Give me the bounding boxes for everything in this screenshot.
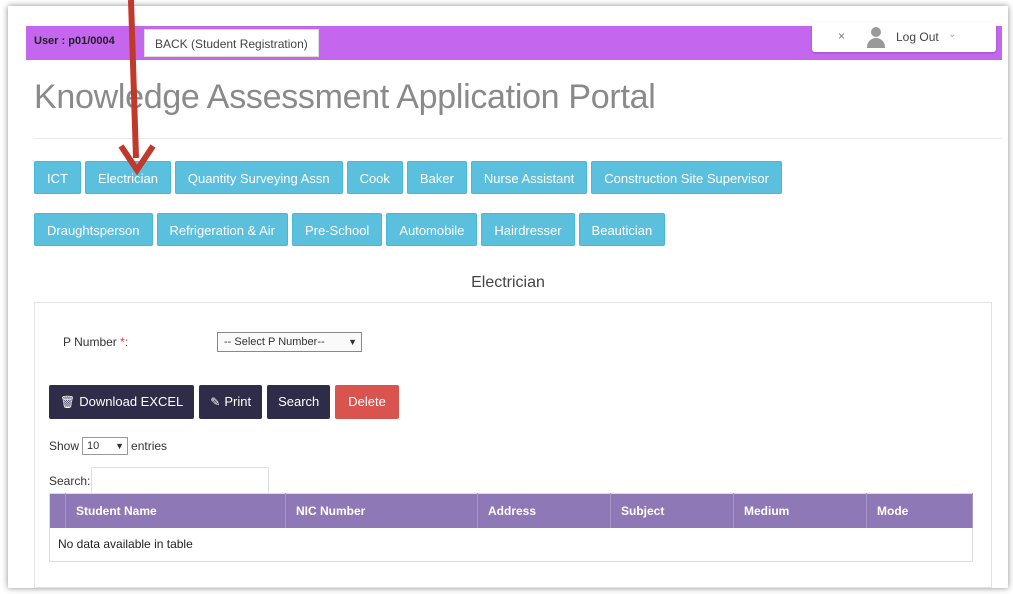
section-title: Electrician bbox=[471, 274, 545, 291]
table-search: Search: bbox=[49, 467, 270, 495]
dropdown-arrow-icon: ▼ bbox=[115, 441, 125, 451]
category-draughtsperson-button[interactable]: Draughtsperson bbox=[34, 213, 153, 246]
column-header[interactable]: Address bbox=[477, 493, 611, 528]
category-cook-button[interactable]: Cook bbox=[346, 161, 403, 194]
column-header[interactable]: Medium bbox=[733, 493, 867, 528]
page-title: Knowledge Assessment Application Portal bbox=[34, 78, 656, 116]
category-pre-school-button[interactable]: Pre-School bbox=[292, 213, 383, 246]
student-table: Student Name NIC Number Address Subject … bbox=[49, 493, 973, 562]
column-header[interactable]: NIC Number bbox=[285, 493, 478, 528]
p-number-select[interactable]: -- Select P Number-- ▼ bbox=[217, 332, 362, 352]
category-row-2: Draughtsperson Refrigeration & Air Pre-S… bbox=[34, 213, 666, 246]
category-construction-site-supervisor-button[interactable]: Construction Site Supervisor bbox=[591, 161, 782, 194]
edit-icon: ✎ bbox=[210, 395, 221, 409]
search-label: Search: bbox=[49, 474, 91, 488]
table-row: No data available in table bbox=[50, 528, 973, 562]
column-header[interactable]: Mode bbox=[866, 493, 973, 528]
user-menu[interactable]: × Log Out ⌄ bbox=[812, 22, 996, 52]
category-baker-button[interactable]: Baker bbox=[406, 161, 467, 194]
back-student-registration-link[interactable]: BACK (Student Registration) bbox=[144, 29, 319, 57]
chevron-down-icon[interactable]: ⌄ bbox=[948, 29, 956, 40]
category-beautician-button[interactable]: Beautician bbox=[578, 213, 666, 246]
user-label: User : p01/0004 bbox=[34, 35, 115, 47]
category-refrigeration-button[interactable]: Refrigeration & Air bbox=[156, 213, 288, 246]
entries-select[interactable]: 10 ▼ bbox=[82, 437, 129, 455]
print-button[interactable]: ✎ Print bbox=[199, 385, 263, 419]
column-header[interactable]: Student Name bbox=[65, 493, 286, 528]
required-mark: *: bbox=[120, 335, 129, 349]
p-number-label: P Number *: bbox=[63, 335, 129, 349]
logout-link[interactable]: Log Out bbox=[896, 30, 939, 44]
delete-button[interactable]: Delete bbox=[335, 385, 399, 419]
form-panel: P Number *: -- Select P Number-- ▼ 🗑 Down… bbox=[34, 302, 992, 588]
show-label: Show bbox=[49, 439, 80, 453]
category-row-1: ICT Electrician Quantity Surveying Assn … bbox=[34, 161, 782, 194]
empty-table-message: No data available in table bbox=[58, 537, 193, 552]
category-automobile-button[interactable]: Automobile bbox=[386, 213, 478, 246]
category-quantity-surveying-button[interactable]: Quantity Surveying Assn bbox=[174, 161, 343, 194]
select-column-header bbox=[49, 493, 66, 528]
table-header-row: Student Name NIC Number Address Subject … bbox=[49, 493, 973, 528]
trash-icon: 🗑 bbox=[60, 395, 76, 409]
category-hairdresser-button[interactable]: Hairdresser bbox=[481, 213, 575, 246]
download-excel-button[interactable]: 🗑 Download EXCEL bbox=[49, 385, 195, 419]
action-toolbar: 🗑 Download EXCEL ✎ Print Search Delete bbox=[49, 385, 399, 419]
dropdown-arrow-icon: ▼ bbox=[348, 337, 357, 347]
close-icon[interactable]: × bbox=[838, 29, 845, 43]
avatar-icon bbox=[864, 25, 888, 49]
search-input[interactable] bbox=[91, 467, 270, 495]
category-electrician-button[interactable]: Electrician bbox=[84, 161, 171, 194]
top-bar: User : p01/0004 BACK (Student Registrati… bbox=[26, 22, 1002, 60]
entries-label: entries bbox=[131, 439, 168, 453]
search-button[interactable]: Search bbox=[267, 385, 331, 419]
app-window: User : p01/0004 BACK (Student Registrati… bbox=[8, 6, 1008, 588]
title-divider bbox=[34, 138, 1002, 139]
category-nurse-assistant-button[interactable]: Nurse Assistant bbox=[470, 161, 588, 194]
category-ict-button[interactable]: ICT bbox=[34, 161, 81, 194]
column-header[interactable]: Subject bbox=[610, 493, 734, 528]
entries-control: Show 10 ▼ entries bbox=[49, 437, 167, 455]
